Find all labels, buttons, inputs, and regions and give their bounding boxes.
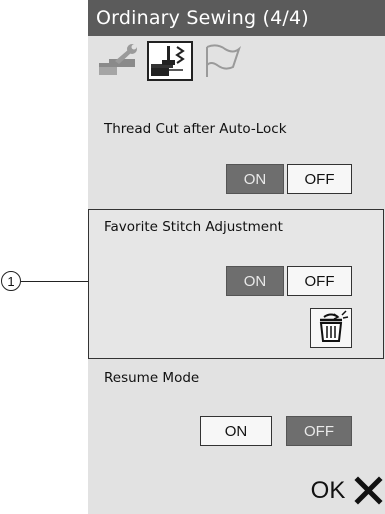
screen-title: Ordinary Sewing (4/4) — [96, 7, 309, 29]
trash-icon — [319, 310, 349, 342]
thread-cut-label: Thread Cut after Auto-Lock — [104, 121, 287, 137]
tab-language[interactable] — [199, 41, 245, 81]
resume-mode-on-button[interactable]: ON — [200, 416, 272, 446]
thread-cut-off-button[interactable]: OFF — [287, 164, 352, 194]
flag-icon — [199, 41, 245, 81]
resume-mode-label: Resume Mode — [104, 370, 200, 386]
ok-button[interactable]: OK — [307, 472, 349, 510]
close-button[interactable] — [352, 470, 385, 510]
presser-foot-icon — [151, 46, 185, 76]
wrench-icon — [97, 44, 139, 78]
thread-cut-on-button[interactable]: ON — [226, 164, 284, 194]
favorite-stitch-off-button[interactable]: OFF — [287, 266, 352, 296]
close-icon — [354, 476, 383, 505]
favorite-stitch-on-button[interactable]: ON — [226, 266, 284, 296]
tab-machine-settings[interactable] — [95, 41, 141, 81]
callout-line — [21, 281, 88, 282]
favorite-stitch-label: Favorite Stitch Adjustment — [104, 219, 283, 235]
title-bar: Ordinary Sewing (4/4) — [88, 0, 385, 36]
callout-marker: 1 — [1, 271, 21, 291]
resume-mode-off-button[interactable]: OFF — [286, 416, 352, 446]
tab-sewing-settings[interactable] — [147, 41, 193, 81]
delete-favorite-button[interactable] — [310, 308, 352, 348]
